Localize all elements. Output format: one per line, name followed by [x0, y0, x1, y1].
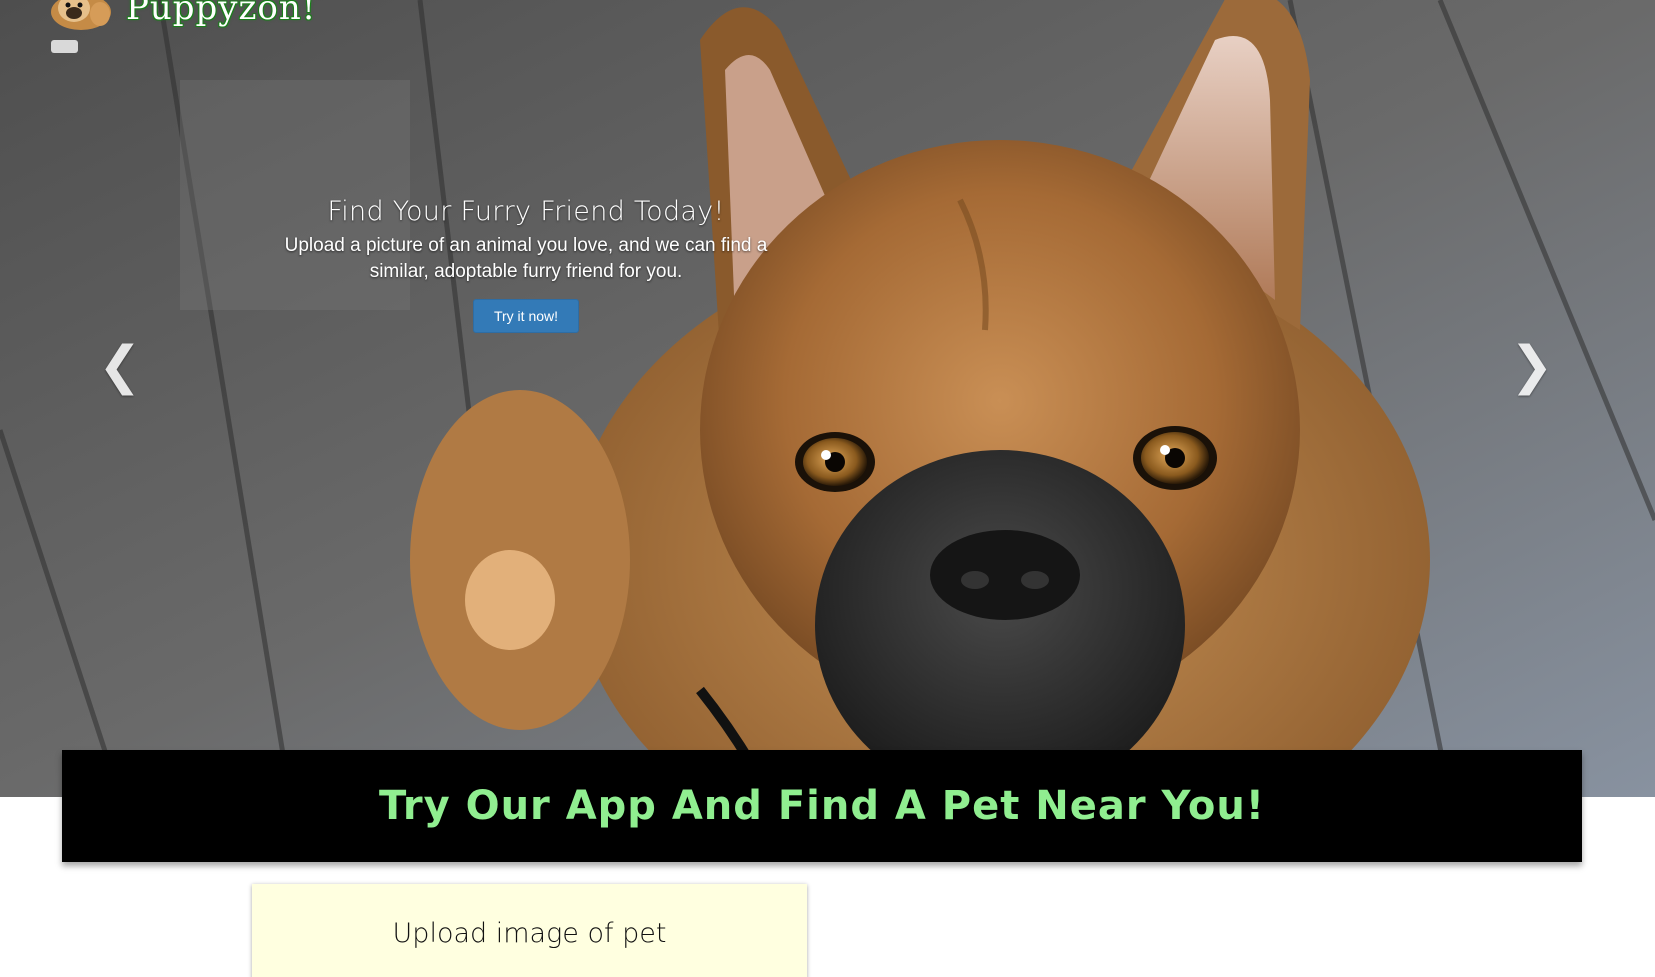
menu-toggle-icon[interactable]: [51, 40, 78, 53]
app-banner: Try Our App And Find A Pet Near You!: [62, 750, 1582, 862]
try-it-now-button[interactable]: Try it now!: [472, 299, 580, 333]
hero-dog-photo: [0, 0, 1655, 797]
hero-title: Find Your Furry Friend Today!: [327, 196, 725, 227]
carousel-next-icon[interactable]: ❯: [1510, 340, 1554, 392]
page: Puppyzon! Find Your Furry Friend Today! …: [0, 0, 1655, 977]
upload-card[interactable]: Upload image of pet: [252, 884, 807, 977]
brand-name: Puppyzon!: [126, 0, 317, 28]
pug-icon: [51, 0, 111, 30]
upload-title: Upload image of pet: [392, 918, 667, 949]
carousel-prev-icon[interactable]: ❮: [98, 340, 142, 392]
hero-caption: Find Your Furry Friend Today! Upload a p…: [275, 196, 777, 333]
brand-logo[interactable]: Puppyzon!: [50, 0, 316, 30]
hero-carousel: Puppyzon! Find Your Furry Friend Today! …: [0, 0, 1655, 797]
hero-text: Upload a picture of an animal you love, …: [284, 235, 768, 282]
banner-heading: Try Our App And Find A Pet Near You!: [378, 783, 1266, 829]
